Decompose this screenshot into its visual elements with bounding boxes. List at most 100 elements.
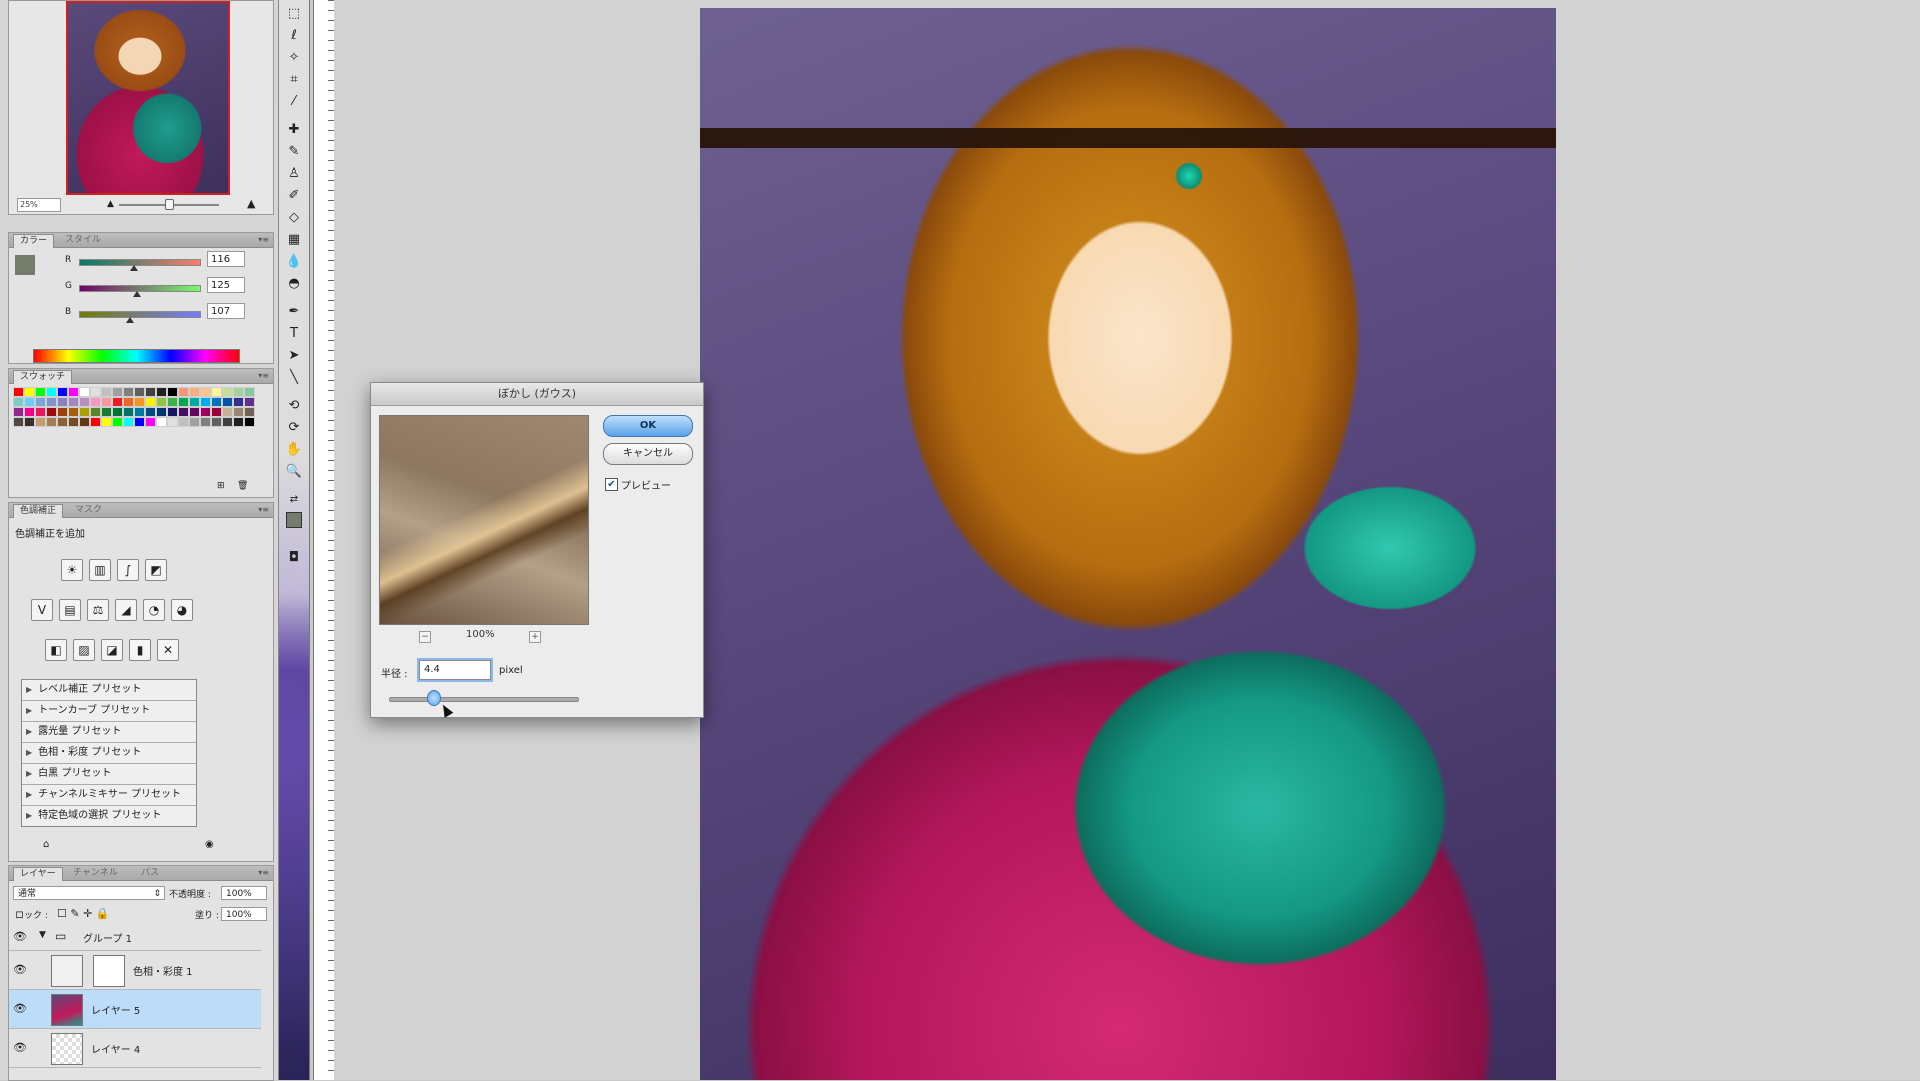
3d-rotate-tool-icon[interactable]: ⟲ [283,396,305,416]
posterize-icon[interactable]: ▨ [73,639,95,661]
swatch-chip[interactable] [13,417,24,427]
navigator-zoom-field[interactable]: 25% [17,198,61,212]
navigator-zoom-knob[interactable] [165,199,174,210]
swatch-chip[interactable] [13,407,24,417]
swatch-chip[interactable] [167,417,178,427]
blend-mode-select[interactable]: 通常 ⇕ [13,886,165,900]
swatch-chip[interactable] [57,397,68,407]
blue-value-field[interactable]: 107 [207,303,245,319]
swatch-chip[interactable] [156,407,167,417]
swatch-chip[interactable] [145,407,156,417]
tab-paths[interactable]: パス [135,867,165,880]
expand-triangle-icon[interactable]: ▶ [26,785,32,805]
swatch-chip[interactable] [233,417,244,427]
swatch-chip[interactable] [156,417,167,427]
swatch-chip[interactable] [167,387,178,397]
swatch-chip[interactable] [211,397,222,407]
layer-thumbnail[interactable] [51,994,83,1026]
swatch-chip[interactable] [222,417,233,427]
swatch-chip[interactable] [167,407,178,417]
swatch-chip[interactable] [178,387,189,397]
opacity-field[interactable]: 100% [221,886,267,900]
blue-slider-handle[interactable] [126,317,134,323]
expand-triangle-icon[interactable]: ▶ [26,680,32,700]
swatch-chip[interactable] [46,387,57,397]
eye-icon[interactable]: 👁 [13,1041,27,1055]
swatch-chip[interactable] [79,417,90,427]
eyedropper-tool-icon[interactable]: ⁄ [283,92,305,112]
brightness-icon[interactable]: ☀ [61,559,83,581]
swatch-chip[interactable] [189,397,200,407]
swatch-chip[interactable] [244,407,255,417]
swatch-chip[interactable] [134,397,145,407]
zoom-tool-icon[interactable]: 🔍 [283,462,305,482]
swatch-chip[interactable] [222,407,233,417]
swatch-chip[interactable] [200,387,211,397]
swatch-chip[interactable] [222,387,233,397]
swatch-chip[interactable] [244,387,255,397]
swatch-chip[interactable] [112,407,123,417]
zoom-in-button[interactable]: + [529,631,541,643]
swatch-chip[interactable] [90,387,101,397]
eraser-tool-icon[interactable]: ◇ [283,208,305,228]
clip-icon[interactable]: ⌂ [43,839,49,850]
swatch-chip[interactable] [79,407,90,417]
swatch-chip[interactable] [244,417,255,427]
swatch-chip[interactable] [200,417,211,427]
swatch-chip[interactable] [90,407,101,417]
swatch-chip[interactable] [101,387,112,397]
layer-thumbnail[interactable] [51,1033,83,1065]
black-white-icon[interactable]: ◢ [115,599,137,621]
swatch-chip[interactable] [222,397,233,407]
swatch-chip[interactable] [189,407,200,417]
swatch-chip[interactable] [68,387,79,397]
view-icon[interactable]: ◉ [205,839,214,850]
eye-icon[interactable]: 👁 [13,963,27,977]
preset-item[interactable]: ▶ 特定色域の選択 プリセット [22,806,196,826]
expand-triangle-icon[interactable]: ▶ [26,806,32,826]
gradient-map-icon[interactable]: ▮ [129,639,151,661]
swatch-chip[interactable] [123,417,134,427]
swatch-chip[interactable] [101,417,112,427]
swatch-chip[interactable] [178,397,189,407]
color-spectrum-bar[interactable] [33,349,240,363]
preset-item[interactable]: ▶ 露光量 プリセット [22,722,196,743]
dialog-preview-image[interactable] [379,415,589,625]
hand-tool-icon[interactable]: ✋ [283,440,305,460]
panel-menu-icon[interactable]: ▾≡ [258,868,269,877]
panel-menu-icon[interactable]: ▾≡ [258,235,269,244]
swatch-chip[interactable] [123,397,134,407]
swatch-chip[interactable] [79,387,90,397]
swatch-chip[interactable] [112,417,123,427]
tab-channels[interactable]: チャンネル [67,867,124,880]
red-slider[interactable] [79,259,201,266]
threshold-icon[interactable]: ◪ [101,639,123,661]
line-tool-icon[interactable]: ╲ [283,368,305,388]
radius-slider-handle[interactable] [427,690,441,706]
swatch-chip[interactable] [167,397,178,407]
swatch-chip[interactable] [35,387,46,397]
swatch-chip[interactable] [68,407,79,417]
gradient-tool-icon[interactable]: ▦ [283,230,305,250]
swatch-chip[interactable] [134,417,145,427]
swatch-chip[interactable] [13,397,24,407]
blur-tool-icon[interactable]: 💧 [283,252,305,272]
swatch-chip[interactable] [24,387,35,397]
swatch-chip[interactable] [13,387,24,397]
swatch-chip[interactable] [24,407,35,417]
swatch-chip[interactable] [233,387,244,397]
layer-row-selected[interactable]: 👁 レイヤー 5 [9,990,261,1029]
swatch-chip[interactable] [35,397,46,407]
swatch-chip[interactable] [200,397,211,407]
layer-row[interactable]: 👁 レイヤー 4 [9,1029,261,1068]
cancel-button[interactable]: キャンセル [603,443,693,465]
navigator-thumbnail[interactable] [66,1,230,195]
healing-brush-tool-icon[interactable]: ✚ [283,120,305,140]
swatch-chip[interactable] [200,407,211,417]
swatch-chip[interactable] [123,407,134,417]
swatch-chip[interactable] [112,387,123,397]
preset-item[interactable]: ▶ チャンネルミキサー プリセット [22,785,196,806]
zoom-in-icon[interactable]: ▲ [247,197,255,210]
3d-orbit-tool-icon[interactable]: ⟳ [283,418,305,438]
fill-field[interactable]: 100% [221,907,267,921]
